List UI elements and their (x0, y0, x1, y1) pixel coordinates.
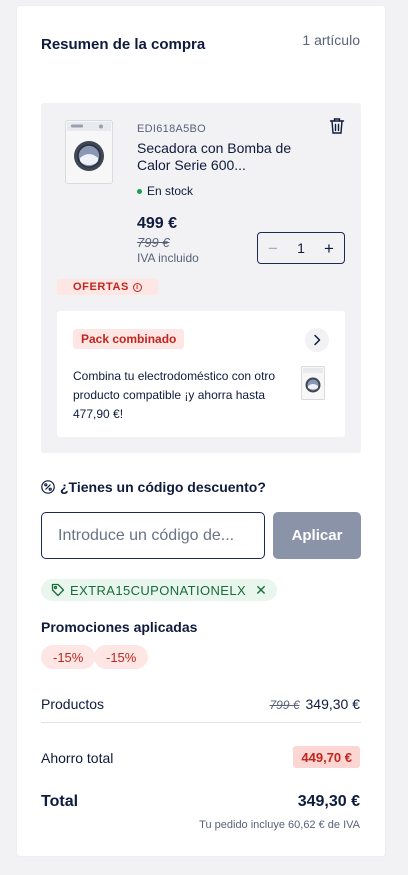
quantity-value: 1 (297, 240, 305, 256)
discount-percent-icon (41, 480, 55, 494)
discount-question-label: ¿Tienes un código descuento? (60, 479, 266, 495)
divider (41, 722, 361, 723)
vat-included-label: IVA incluido (137, 251, 199, 265)
quantity-stepper: − 1 + (257, 232, 345, 264)
applied-coupon-chip: EXTRA15CUPONATIONELX ✕ (41, 579, 278, 601)
coupon-code: EXTRA15CUPONATIONELX (70, 582, 247, 598)
discount-code-input[interactable] (41, 512, 265, 559)
remove-coupon-close-icon[interactable]: ✕ (255, 582, 267, 599)
order-summary-card: Resumen de la compra 1 artículo EDI618A5… (17, 6, 385, 856)
pack-description: Combina tu electrodoméstico con otro pro… (73, 369, 276, 421)
pack-tag: Pack combinado (73, 329, 185, 349)
product-sku: EDI618A5BO (137, 123, 207, 135)
products-total-value: 349,30 € (305, 696, 361, 712)
savings-label: Ahorro total (41, 750, 114, 766)
item-count: 1 artículo (302, 32, 360, 48)
total-label: Total (41, 793, 79, 810)
apply-button[interactable]: Aplicar (273, 512, 361, 559)
promotion-pill: -15% (41, 645, 96, 669)
savings-badge: 449,70 € (293, 746, 360, 768)
tag-icon (51, 583, 65, 597)
cart-item: EDI618A5BO Secadora con Bomba de Calor S… (41, 103, 361, 453)
chevron-right-icon[interactable] (305, 328, 329, 352)
washer-product-image (301, 366, 325, 400)
offers-label: OFERTAS (73, 281, 129, 293)
products-total: 799 € 349,30 € (269, 696, 360, 712)
summary-title: Resumen de la compra (41, 36, 206, 53)
products-label: Productos (41, 696, 105, 712)
stock-status: En stock (137, 184, 193, 198)
offers-badge[interactable]: OFERTAS i (57, 279, 158, 295)
order-vat-note: Tu pedido incluye 60,62 € de IVA (199, 819, 360, 831)
combo-pack-card[interactable]: Pack combinado Combina tu electrodomésti… (57, 311, 345, 437)
stock-dot-icon (137, 188, 142, 194)
applied-promotions-title: Promociones aplicadas (41, 619, 198, 635)
total-value: 349,30 € (297, 793, 360, 810)
product-old-price: 799 € (137, 235, 170, 250)
product-price: 499 € (137, 215, 178, 232)
info-icon: i (132, 282, 142, 292)
discount-question: ¿Tienes un código descuento? (41, 479, 266, 495)
products-old-total: 799 € (269, 698, 300, 712)
plus-icon[interactable]: + (322, 240, 336, 257)
product-name[interactable]: Secadora con Bomba de Calor Serie 600... (137, 140, 312, 174)
dryer-product-image[interactable] (65, 120, 113, 184)
trash-icon[interactable] (329, 117, 345, 135)
promotion-pill: -15% (94, 645, 149, 669)
minus-icon[interactable]: − (266, 240, 280, 257)
stock-label: En stock (147, 184, 194, 198)
